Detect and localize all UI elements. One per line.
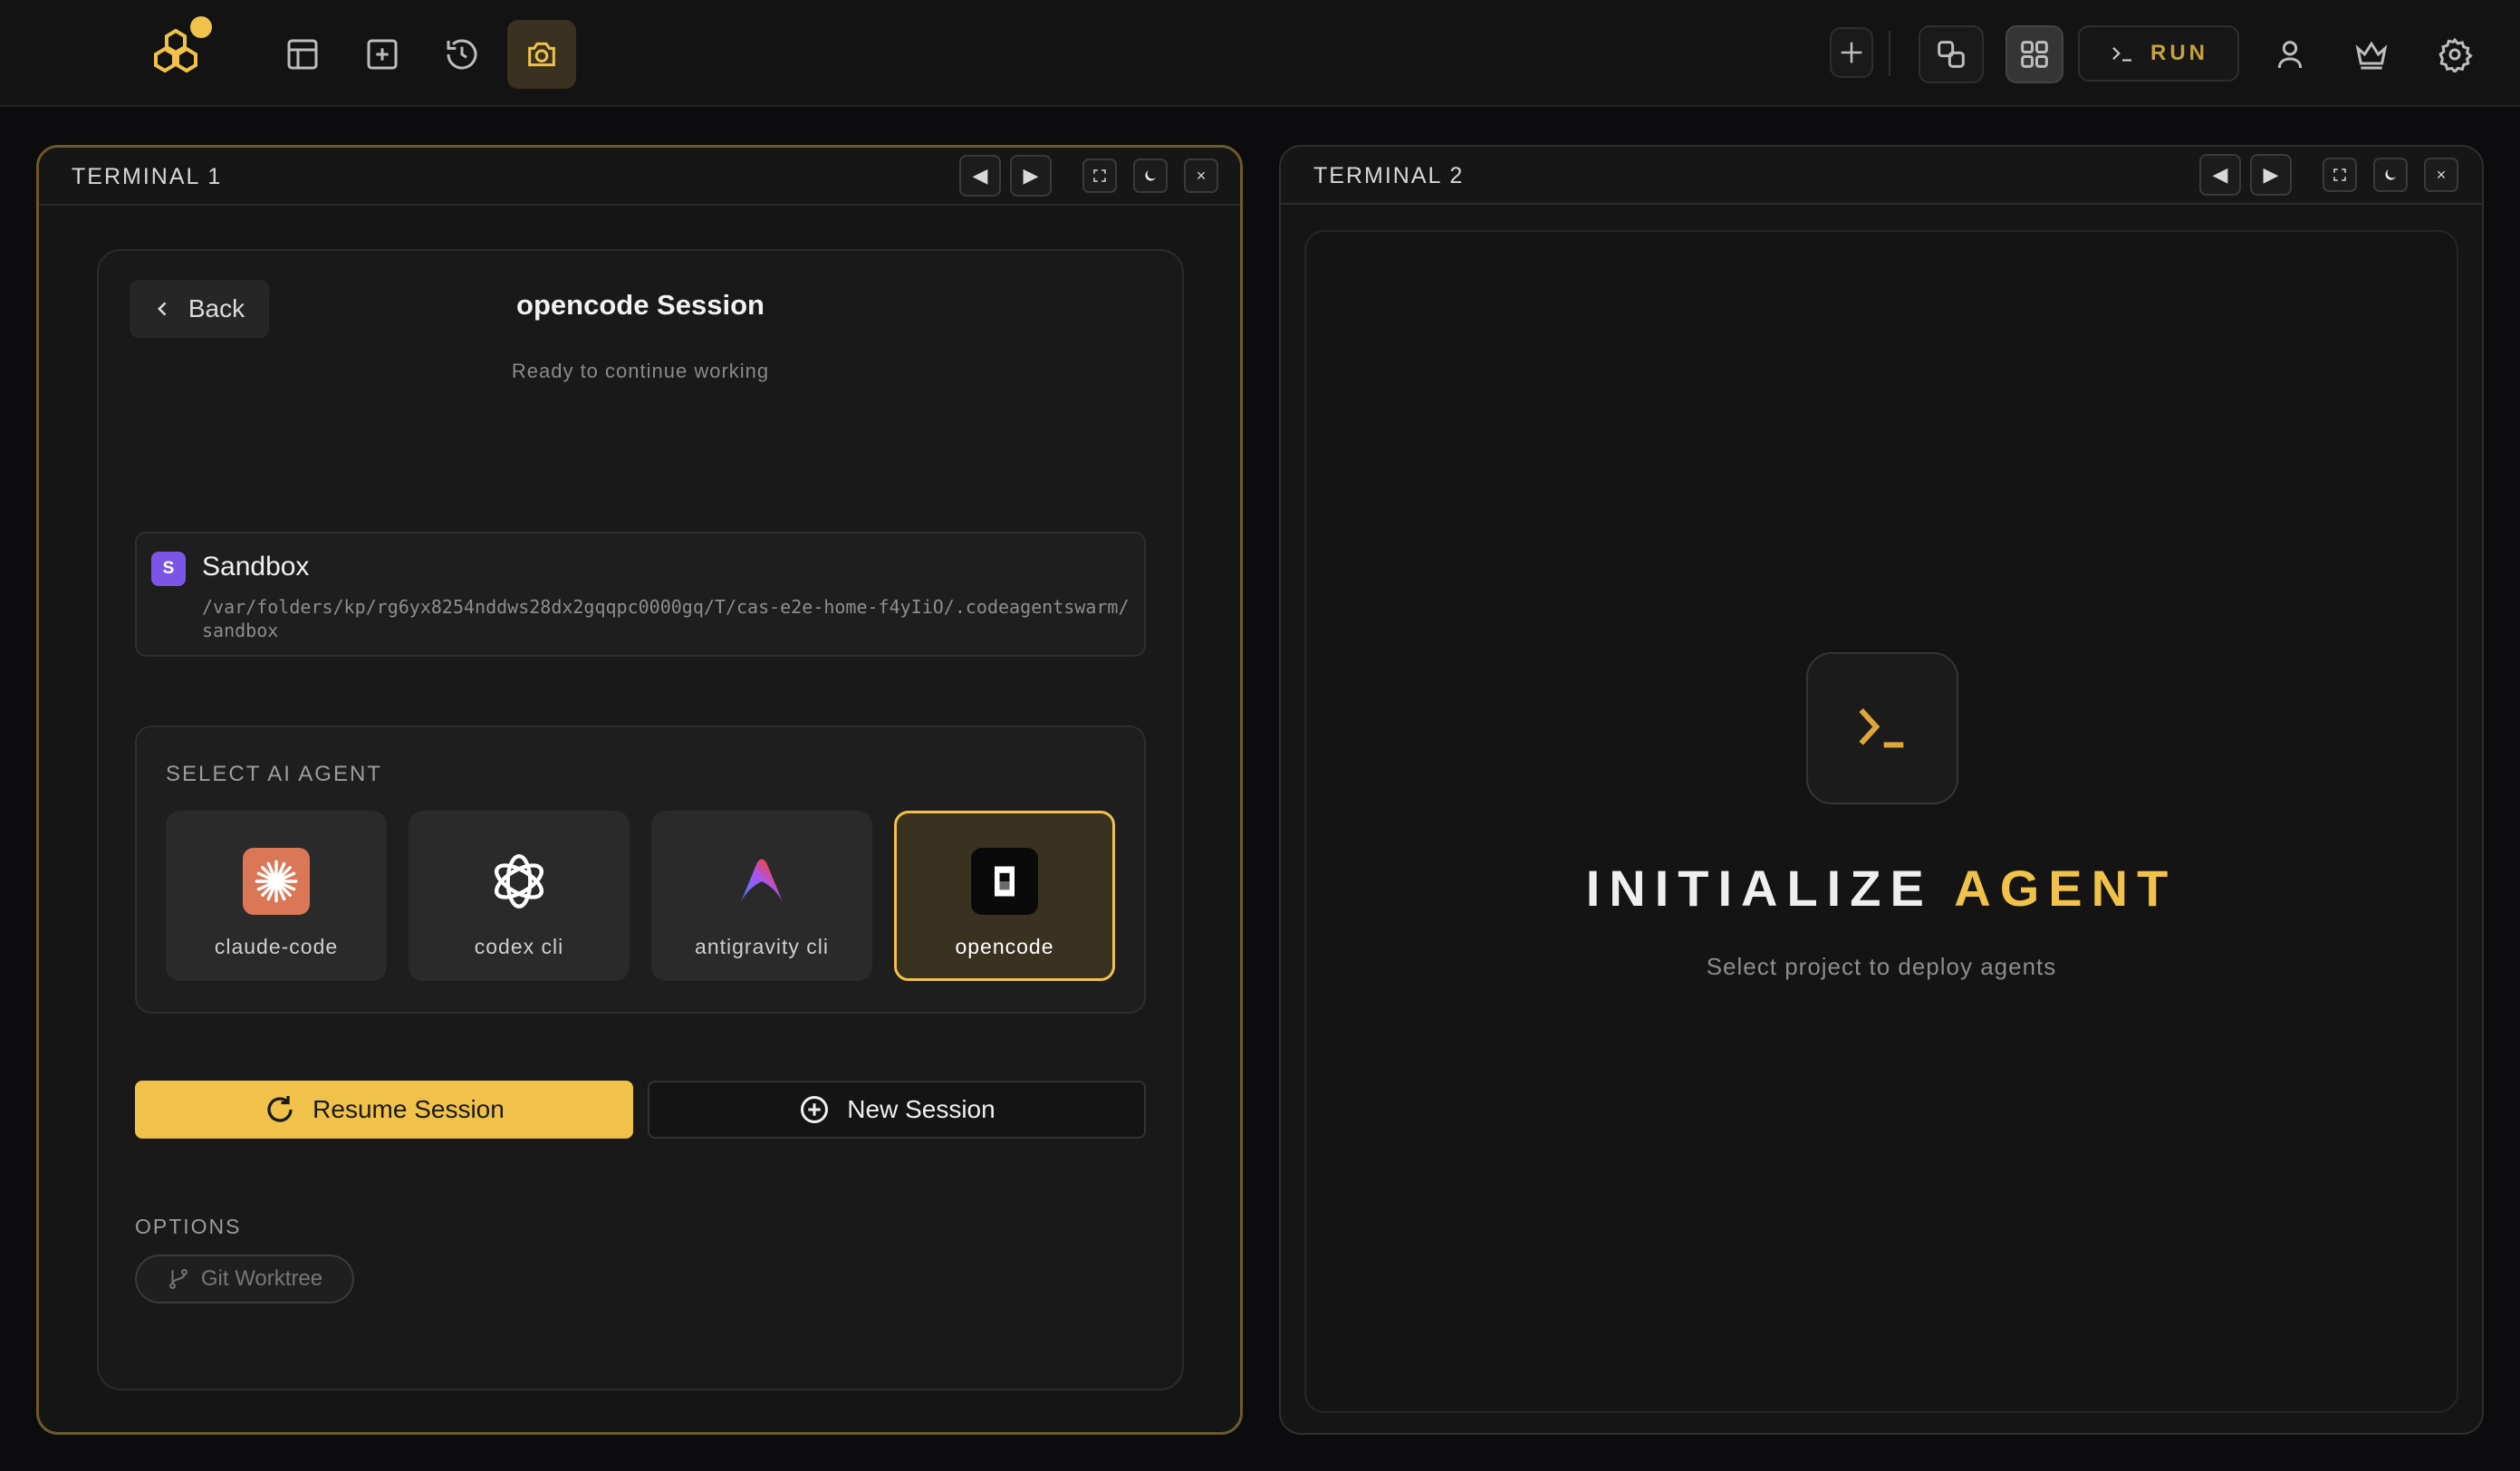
top-toolbar: RUN <box>0 0 2520 107</box>
agent-option-antigravity-cli[interactable]: antigravity cli <box>651 811 872 981</box>
account-button[interactable] <box>2255 20 2324 89</box>
terminal-2-prev-button[interactable]: ◀ <box>2199 154 2241 196</box>
git-worktree-label: Git Worktree <box>200 1266 323 1291</box>
agent-name: codex cli <box>474 935 564 958</box>
terminal-1-prev-button[interactable]: ◀ <box>959 155 1001 197</box>
run-button[interactable]: RUN <box>2078 25 2239 82</box>
terminal-1-panel: TERMINAL 1 ◀ ▶ × Back opencode Session R… <box>36 145 1243 1435</box>
git-worktree-toggle[interactable]: Git Worktree <box>135 1255 354 1303</box>
workspace-path: /var/folders/kp/rg6yx8254nddws28dx2gqqpc… <box>202 596 1130 641</box>
terminal-1-header: TERMINAL 1 ◀ ▶ × <box>39 148 1240 206</box>
moon-icon <box>1145 170 1156 181</box>
close-icon: × <box>2436 165 2447 184</box>
expand-icon <box>1093 169 1106 182</box>
init-title-main: INITIALIZE <box>1585 860 1955 917</box>
resume-session-button[interactable]: Resume Session <box>135 1081 633 1139</box>
workspace-badge: S <box>151 552 186 586</box>
workspace-name: Sandbox <box>202 552 310 582</box>
prev-arrow-icon: ◀ <box>2212 163 2228 186</box>
openai-icon <box>486 848 553 915</box>
initialize-agent-subtitle: Select project to deploy agents <box>1706 953 2057 980</box>
terminal-1-next-button[interactable]: ▶ <box>1010 155 1052 197</box>
agent-name: claude-code <box>214 935 339 958</box>
terminal-1-close-button[interactable]: × <box>1184 159 1218 193</box>
session-subtitle: Ready to continue working <box>511 360 770 382</box>
premium-button[interactable] <box>2337 20 2406 89</box>
terminal-2-header: TERMINAL 2 ◀ ▶ × <box>1281 147 2482 205</box>
terminal-2-theme-button[interactable] <box>2373 158 2408 192</box>
agent-selector: SELECT AI AGENT claude-code codex cli an… <box>135 726 1146 1014</box>
crown-icon <box>2355 41 2388 70</box>
expand-icon <box>2333 168 2346 181</box>
screenshot-button[interactable] <box>507 20 576 89</box>
layout-icon <box>287 39 318 70</box>
agent-option-opencode[interactable]: opencode <box>894 811 1115 981</box>
terminal-2-title: TERMINAL 2 <box>1313 163 1465 188</box>
terminal-2-next-button[interactable]: ▶ <box>2250 154 2292 196</box>
next-arrow-icon: ▶ <box>1023 164 1039 187</box>
resume-label: Resume Session <box>313 1095 505 1123</box>
workspace-card[interactable]: S Sandbox /var/folders/kp/rg6yx8254nddws… <box>135 532 1146 657</box>
user-icon <box>2277 41 2303 69</box>
session-card: Back opencode Session Ready to continue … <box>97 249 1184 1390</box>
session-title: opencode Session <box>516 289 765 321</box>
window-switch-button[interactable] <box>1919 25 1984 83</box>
run-label: RUN <box>2150 41 2208 65</box>
windows-icon <box>1938 41 1965 68</box>
agent-name: opencode <box>955 935 1054 958</box>
init-title-accent: AGENT <box>1954 860 2178 917</box>
terminal-prompt-icon <box>2112 46 2131 62</box>
prev-arrow-icon: ◀ <box>972 164 988 187</box>
next-arrow-icon: ▶ <box>2263 163 2279 186</box>
close-icon: × <box>1196 166 1207 185</box>
git-branch-icon <box>169 1269 188 1289</box>
agent-option-codex-cli[interactable]: codex cli <box>409 811 630 981</box>
new-session-button[interactable]: New Session <box>648 1081 1146 1139</box>
layout-button[interactable] <box>268 20 337 89</box>
terminal-1-title: TERMINAL 1 <box>72 164 223 189</box>
terminal-2-close-button[interactable]: × <box>2424 158 2458 192</box>
initialize-agent-button[interactable] <box>1806 652 1958 804</box>
grid-icon <box>2021 41 2048 68</box>
add-button[interactable] <box>1830 27 1873 78</box>
plus-square-icon <box>367 39 398 70</box>
terminal-1-fullscreen-button[interactable] <box>1082 159 1117 193</box>
gear-icon <box>2438 37 2473 72</box>
history-icon <box>447 39 477 70</box>
new-session-label: New Session <box>847 1095 995 1123</box>
plus-circle-icon <box>801 1096 829 1123</box>
agent-section-label: SELECT AI AGENT <box>166 762 382 786</box>
add-terminal-button[interactable] <box>348 20 417 89</box>
terminal-1-theme-button[interactable] <box>1133 159 1168 193</box>
refresh-icon <box>267 1096 293 1122</box>
moon-icon <box>2385 169 2396 180</box>
agent-option-claude-code[interactable]: claude-code <box>166 811 387 981</box>
app-logo-icon <box>145 13 221 80</box>
antigravity-icon <box>728 848 795 915</box>
toolbar-divider <box>1889 31 1890 76</box>
terminal-prompt-icon <box>1859 707 1904 748</box>
initialize-agent-title: INITIALIZE AGENT <box>1279 859 2484 918</box>
opencode-icon <box>971 848 1038 915</box>
plus-icon <box>1841 42 1862 63</box>
terminal-2-fullscreen-button[interactable] <box>2323 158 2357 192</box>
history-button[interactable] <box>428 20 496 89</box>
camera-icon <box>528 42 555 67</box>
grid-view-button[interactable] <box>2005 25 2063 83</box>
options-label: OPTIONS <box>135 1215 242 1238</box>
agent-name: antigravity cli <box>695 935 829 958</box>
claude-icon <box>243 848 310 915</box>
settings-button[interactable] <box>2420 20 2489 89</box>
terminal-2-body[interactable] <box>1304 230 2458 1413</box>
